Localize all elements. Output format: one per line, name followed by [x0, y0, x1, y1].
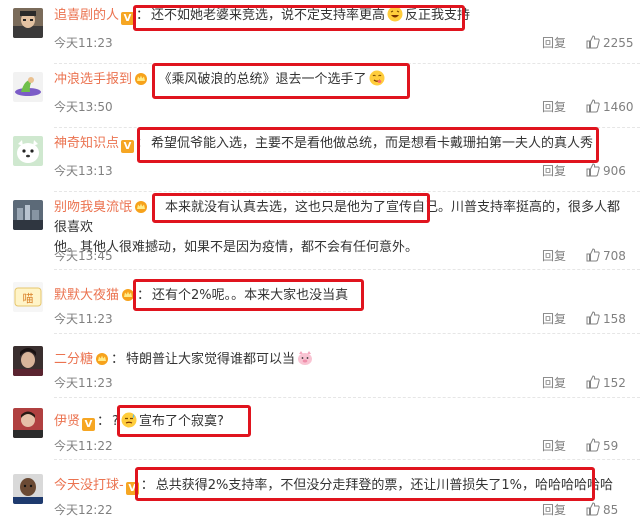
like-count: 152: [603, 376, 626, 390]
comment-time: 今天11:23: [54, 312, 113, 326]
comment-item: 别吻我臭流氓：本来就没有认真去选，这也只是他为了宣传自己。川普支持率挺高的，很多…: [0, 192, 640, 270]
reply-button[interactable]: 回复: [542, 375, 566, 391]
avatar[interactable]: [13, 474, 43, 504]
like-button[interactable]: 906: [586, 163, 626, 179]
crown-badge-icon: [95, 352, 109, 365]
crown-badge-icon: [134, 72, 148, 85]
comment-item: 今天没打球- V：总共获得2%支持率，不但没分走拜登的票，还让川普损失了1%，哈哈…: [0, 460, 640, 524]
comment-text: 总共获得2%支持率，不但没分走拜登的票，还让川普损失了1%，哈哈哈哈哈哈: [155, 478, 613, 493]
reply-button[interactable]: 回复: [542, 248, 566, 264]
reply-button[interactable]: 回复: [542, 438, 566, 454]
thumbs-up-icon: [586, 502, 600, 516]
svg-text:喵: 喵: [23, 292, 34, 305]
username[interactable]: 伊贤: [54, 414, 80, 429]
verified-badge-icon: V: [121, 12, 135, 25]
comment-time: 今天12:22: [54, 503, 113, 517]
reply-button[interactable]: 回复: [542, 311, 566, 327]
sweat-emoji-icon: [121, 412, 137, 428]
crown-badge-icon: [121, 288, 135, 301]
reply-button[interactable]: 回复: [542, 99, 566, 115]
comment-time: 今天11:22: [54, 439, 113, 453]
comment-time: 今天13:45: [54, 249, 113, 263]
verified-badge-icon: V: [82, 418, 96, 431]
comment-time: 今天13:13: [54, 164, 113, 178]
comment-item: 二分糖：特朗普让大家觉得谁都可以当 今天11:23 回复 152: [0, 334, 640, 398]
comment-prefix: ?: [112, 414, 119, 429]
comment-time: 今天11:23: [54, 376, 113, 390]
like-button[interactable]: 158: [586, 311, 626, 327]
reply-button[interactable]: 回复: [542, 502, 566, 518]
like-count: 708: [603, 249, 626, 263]
like-count: 59: [603, 439, 619, 453]
comment-text: 《乘风破浪的总统》退去一个选手了: [165, 72, 367, 87]
comment-item: 喵 默默大夜猫：还有个2%呢。。本来大家也没当真 今天11:23 回复 158: [0, 270, 640, 334]
comment-item: 伊贤 V：? 宣布了个寂寞? 今天11:22 回复 59: [0, 398, 640, 460]
like-count: 2255: [603, 36, 634, 50]
avatar[interactable]: [13, 8, 43, 38]
comment-item: 追喜剧的人 V：还不如她老婆来竞选，说不定支持率更高 反正我支持 今天11:23 回…: [0, 0, 640, 64]
grin-emoji-icon: [387, 6, 403, 22]
like-button[interactable]: 708: [586, 248, 626, 264]
comment-time: 今天11:23: [54, 36, 113, 50]
thumbs-up-icon: [586, 163, 600, 177]
thumbs-up-icon: [586, 438, 600, 452]
comment-text: 特朗普让大家觉得谁都可以当: [126, 352, 296, 367]
comment-text: 反正我支持: [405, 8, 471, 23]
avatar[interactable]: [13, 408, 43, 438]
avatar[interactable]: [13, 200, 43, 230]
username[interactable]: 今天没打球-: [54, 478, 124, 493]
thumbs-up-icon: [586, 311, 600, 325]
username[interactable]: 默默大夜猫: [54, 288, 119, 303]
username[interactable]: 神奇知识点: [54, 136, 119, 151]
like-button[interactable]: 152: [586, 375, 626, 391]
reply-button[interactable]: 回复: [542, 163, 566, 179]
username[interactable]: 冲浪选手报到: [54, 72, 132, 87]
like-button[interactable]: 1460: [586, 99, 634, 115]
crown-badge-icon: [134, 200, 148, 213]
reply-button[interactable]: 回复: [542, 35, 566, 51]
comment-text: 还有个2%呢。。本来大家也没当真: [152, 288, 349, 303]
thumbs-up-icon: [586, 248, 600, 262]
comment-item: 冲浪选手报到：《乘风破浪的总统》退去一个选手了 今天13:50 回复 1460: [0, 64, 640, 128]
like-button[interactable]: 2255: [586, 35, 634, 51]
avatar[interactable]: [13, 136, 43, 166]
pig-emoji-icon: [297, 350, 313, 366]
like-button[interactable]: 85: [586, 502, 618, 518]
username[interactable]: 追喜剧的人: [54, 8, 119, 23]
avatar[interactable]: 喵: [13, 282, 43, 312]
thumbs-up-icon: [586, 99, 600, 113]
comment-text: 希望侃爷能入选，主要不是看他做总统，而是想看卡戴珊拍第一夫人的真人秀: [151, 136, 594, 151]
avatar[interactable]: [13, 346, 43, 376]
comment-text: 还不如她老婆来竞选，说不定支持率更高: [151, 8, 386, 23]
verified-badge-icon: V: [121, 140, 135, 153]
thumbs-up-icon: [586, 35, 600, 49]
username[interactable]: 别吻我臭流氓: [54, 200, 132, 215]
like-count: 1460: [603, 100, 634, 114]
yum-emoji-icon: [369, 70, 385, 86]
comment-time: 今天13:50: [54, 100, 113, 114]
avatar[interactable]: [13, 72, 43, 102]
like-count: 906: [603, 164, 626, 178]
thumbs-up-icon: [586, 375, 600, 389]
verified-badge-icon: V: [125, 482, 139, 495]
like-count: 85: [603, 503, 619, 517]
like-count: 158: [603, 312, 626, 326]
comment-text: 宣布了个寂寞?: [138, 414, 224, 429]
comment-item: 神奇知识点 V：希望侃爷能入选，主要不是看他做总统，而是想看卡戴珊拍第一夫人的真人…: [0, 128, 640, 192]
username[interactable]: 二分糖: [54, 352, 93, 367]
like-button[interactable]: 59: [586, 438, 618, 454]
